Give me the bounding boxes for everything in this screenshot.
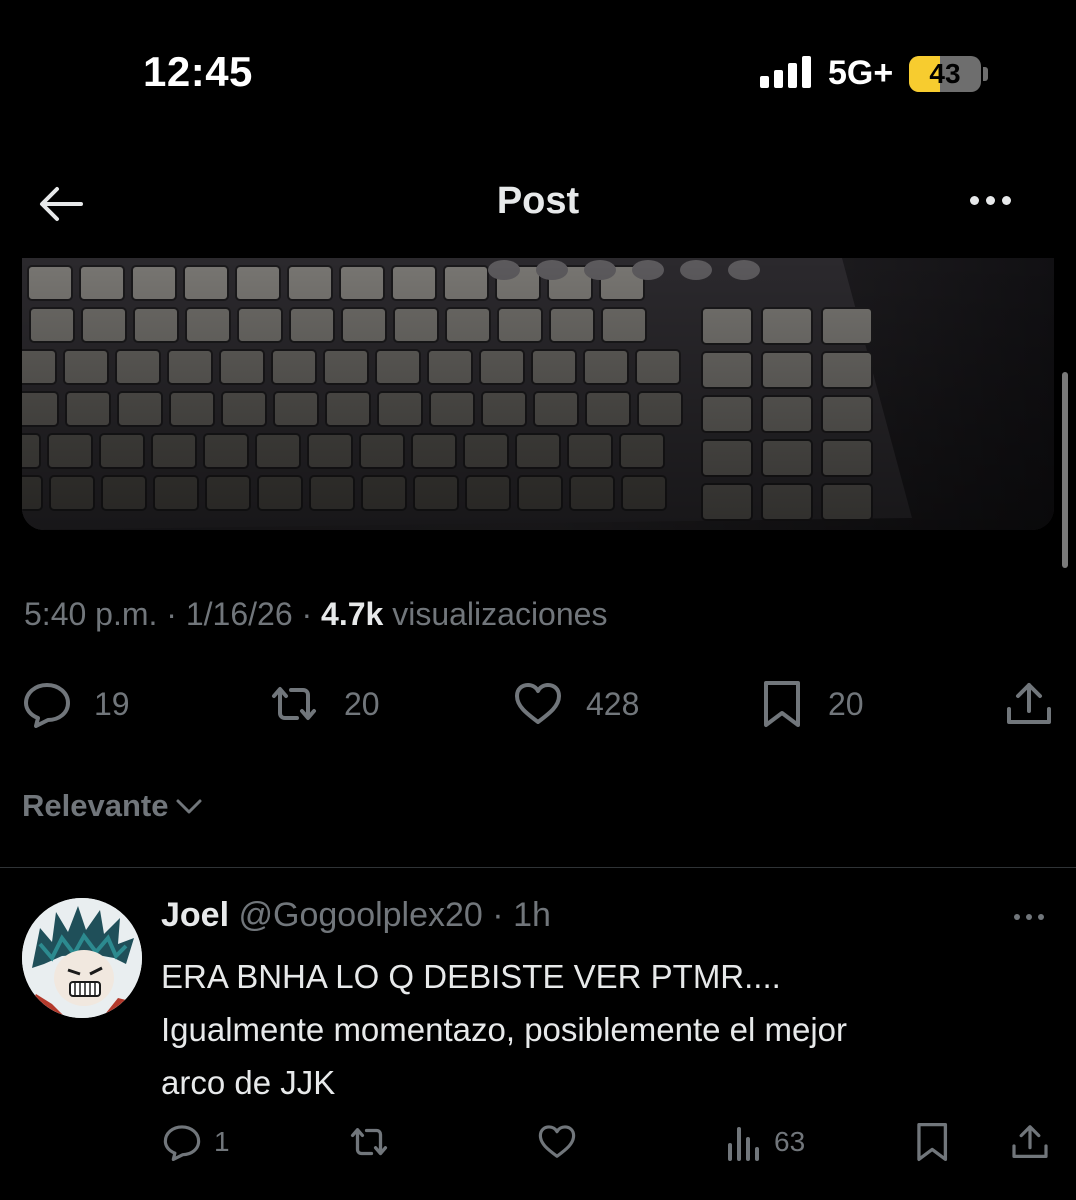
sort-dropdown[interactable]: Relevante xyxy=(22,788,204,824)
signal-icon xyxy=(760,56,811,88)
keyboard-photo xyxy=(22,258,1054,530)
reply-icon xyxy=(163,1125,201,1161)
reply-reply-count: 1 xyxy=(214,1126,230,1157)
post-views-count: 4.7k xyxy=(321,596,384,632)
reply-count: 19 xyxy=(94,685,130,722)
repost-icon xyxy=(350,1128,388,1156)
repost-icon xyxy=(272,687,316,720)
share-icon xyxy=(1007,683,1051,724)
post-media-image[interactable] xyxy=(22,258,1054,530)
repost-count: 20 xyxy=(344,685,380,722)
reply-views-count: 63 xyxy=(774,1126,806,1157)
reply-share-button[interactable] xyxy=(1010,1118,1050,1166)
reply-actions: 1 63 xyxy=(0,1118,1076,1166)
reply-bookmark-button[interactable] xyxy=(914,1118,952,1166)
more-horizontal-icon xyxy=(970,196,979,205)
battery-icon: 43 xyxy=(909,56,981,92)
reply-time: 1h xyxy=(513,896,551,934)
divider xyxy=(0,867,1076,868)
reply-like-button[interactable] xyxy=(536,1118,578,1166)
chevron-down-icon xyxy=(176,799,202,814)
share-button[interactable] xyxy=(1004,676,1054,732)
reply-icon xyxy=(24,683,70,728)
post-views-label: visualizaciones xyxy=(392,596,608,632)
more-horizontal-icon xyxy=(1014,914,1020,920)
bookmark-icon xyxy=(917,1123,948,1161)
analytics-icon xyxy=(728,1127,759,1161)
bookmark-count: 20 xyxy=(828,685,864,722)
post-date: 1/16/26 xyxy=(185,596,293,632)
screen: 12:45 5G+ 43 Post 5:40 p.m. · 1/16/26 · … xyxy=(0,0,1076,1200)
sort-label: Relevante xyxy=(22,788,169,823)
more-options-button[interactable] xyxy=(970,196,1011,205)
repost-button[interactable]: 20 xyxy=(266,676,380,732)
reply-repost-button[interactable] xyxy=(346,1118,392,1166)
avatar[interactable] xyxy=(22,898,142,1018)
reply-more-button[interactable] xyxy=(1014,914,1044,920)
post-actions: 19 20 428 20 xyxy=(0,676,1076,732)
post-time: 5:40 p.m. xyxy=(24,596,158,632)
reply-button[interactable]: 19 xyxy=(22,676,130,732)
page-title: Post xyxy=(496,180,580,222)
post-meta: 5:40 p.m. · 1/16/26 · 4.7k visualizacion… xyxy=(24,596,608,632)
reply-views-button[interactable]: 63 xyxy=(726,1118,805,1166)
like-button[interactable]: 428 xyxy=(512,676,639,732)
reply-author-name[interactable]: Joel xyxy=(161,896,229,934)
like-count: 428 xyxy=(586,685,640,722)
heart-icon xyxy=(515,683,561,724)
reply-text: ERA BNHA LO Q DEBISTE VER PTMR.... Igual… xyxy=(161,958,848,1101)
status-time: 12:45 xyxy=(143,48,253,95)
scrollbar[interactable] xyxy=(1062,372,1068,568)
heart-icon xyxy=(538,1125,576,1158)
bookmark-icon xyxy=(764,681,800,727)
network-label: 5G+ xyxy=(828,54,894,92)
bookmark-button[interactable]: 20 xyxy=(760,676,864,732)
battery-cap xyxy=(983,67,988,81)
avatar-image xyxy=(22,898,142,1018)
share-icon xyxy=(1012,1125,1048,1158)
reply-header: Joel @Gogoolplex20 · 1h xyxy=(161,896,551,934)
reply-author-handle[interactable]: @Gogoolplex20 xyxy=(239,896,483,934)
battery-level: 43 xyxy=(929,58,961,89)
reply-reply-button[interactable]: 1 xyxy=(162,1118,230,1166)
